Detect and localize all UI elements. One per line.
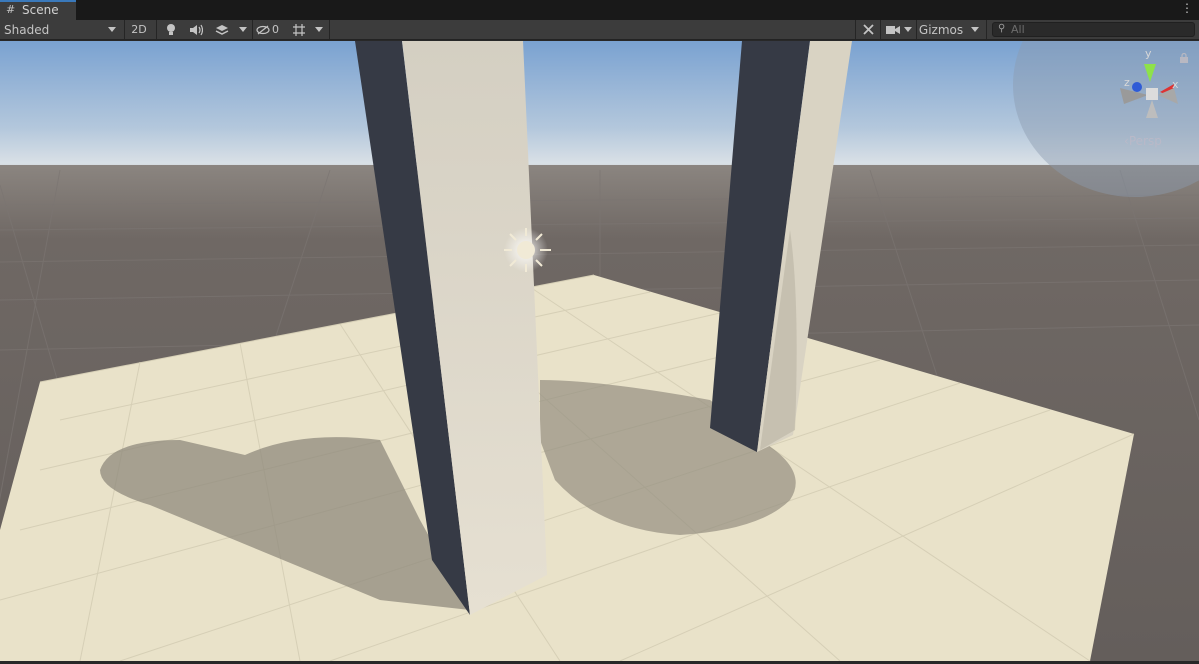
hidden-count: 0 (272, 23, 279, 36)
draw-mode-dropdown[interactable]: Shaded (0, 20, 120, 39)
grid-dropdown[interactable] (312, 20, 326, 39)
tab-scene[interactable]: # Scene (0, 0, 76, 20)
axis-x-label: x (1172, 78, 1179, 91)
projection-label: Persp (1128, 134, 1162, 148)
layers-icon (215, 24, 229, 35)
scene-viewport[interactable]: y x z ‹Persp (0, 0, 1199, 662)
kebab-menu-icon[interactable]: ⋮ (1181, 1, 1193, 15)
gizmos-button[interactable]: Gizmos (918, 20, 964, 39)
toggle-2d-label: 2D (131, 23, 147, 36)
draw-mode-label: Shaded (4, 22, 50, 37)
tools-toggle[interactable] (859, 20, 877, 39)
axis-y-label: y (1145, 47, 1152, 60)
grid-icon (293, 23, 305, 36)
camera-icon (886, 25, 900, 34)
gizmos-label: Gizmos (918, 22, 964, 37)
effects-dropdown[interactable] (236, 20, 250, 39)
scene-toolbar: Shaded 2D 0 Gizmos ⚲ All (0, 20, 1199, 40)
axis-z-label: z (1124, 76, 1130, 89)
chevron-down-icon (239, 27, 247, 32)
toggle-2d-button[interactable]: 2D (128, 20, 150, 39)
chevron-down-icon (108, 27, 116, 32)
grid-hash-icon: # (6, 3, 16, 16)
projection-toggle[interactable]: ‹Persp (1124, 134, 1162, 148)
eye-slash-icon (256, 25, 270, 34)
tools-icon (862, 24, 874, 35)
scene-render: y x z (0, 0, 1199, 662)
tab-label: Scene (22, 3, 59, 17)
audio-toggle[interactable] (187, 20, 205, 39)
search-input[interactable] (1011, 23, 1191, 36)
gizmos-dropdown[interactable] (967, 20, 983, 39)
camera-settings-button[interactable] (884, 20, 902, 39)
speaker-icon (190, 24, 203, 35)
chevron-down-icon (904, 27, 912, 32)
hidden-objects-toggle[interactable]: 0 (256, 20, 284, 39)
lightbulb-icon (167, 23, 175, 35)
grid-toggle[interactable] (289, 20, 309, 39)
search-icon: ⚲ (998, 23, 1006, 34)
search-field[interactable]: ⚲ (992, 22, 1195, 37)
camera-dropdown[interactable] (902, 20, 914, 39)
effects-toggle[interactable] (212, 20, 232, 39)
lighting-toggle[interactable] (162, 20, 180, 39)
lock-icon[interactable] (1179, 53, 1189, 63)
chevron-down-icon (971, 27, 979, 32)
tab-bar: # Scene ⋮ (0, 0, 1199, 20)
chevron-down-icon (315, 27, 323, 32)
